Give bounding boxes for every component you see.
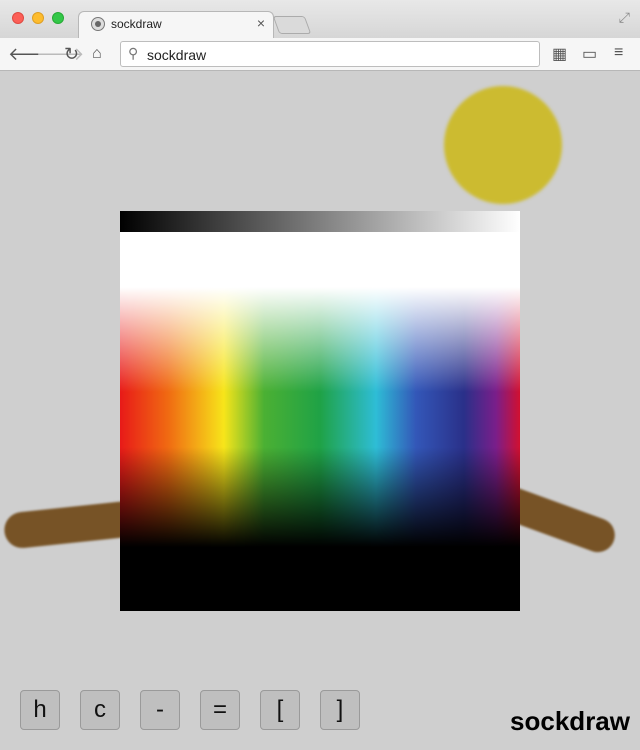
home-icon[interactable]: ⌂ [92, 43, 102, 65]
search-icon: ⚲ [128, 45, 139, 61]
close-window-button[interactable] [12, 12, 24, 24]
grayscale-bar[interactable] [120, 211, 520, 232]
address-bar[interactable]: ⚲ sockdraw [120, 41, 540, 67]
extensions-icon[interactable]: ▦ [552, 44, 567, 64]
fullscreen-icon[interactable]: ⤢ [619, 9, 630, 26]
tab-title: sockdraw [111, 17, 162, 31]
key-h-button[interactable]: h [20, 690, 60, 730]
key-minus-button[interactable]: - [140, 690, 180, 730]
key-right-bracket-button[interactable]: ] [320, 690, 360, 730]
cast-icon[interactable]: ▭ [582, 44, 597, 64]
brand-title: sockdraw [510, 706, 630, 736]
address-text[interactable]: sockdraw [147, 47, 206, 63]
new-tab-button[interactable] [272, 16, 312, 34]
window-titlebar: sockdraw × ⤢ [0, 0, 640, 38]
color-spectrum-field[interactable] [120, 232, 520, 611]
key-equals-button[interactable]: = [200, 690, 240, 730]
minimize-window-button[interactable] [32, 12, 44, 24]
color-palette[interactable] [120, 211, 520, 611]
yellow-circle-stroke [444, 86, 562, 204]
reload-icon[interactable]: ↻ [64, 43, 79, 65]
favicon-icon [91, 17, 105, 31]
tab-sockdraw[interactable]: sockdraw × [78, 11, 274, 38]
menu-icon[interactable]: ≡ [614, 44, 623, 62]
key-c-button[interactable]: c [80, 690, 120, 730]
key-left-bracket-button[interactable]: [ [260, 690, 300, 730]
tab-close-icon[interactable]: × [257, 15, 265, 31]
browser-toolbar: 🡐 🡒 ↻ ⌂ ⚲ sockdraw ▦ ▭ ≡ [0, 38, 640, 71]
maximize-window-button[interactable] [52, 12, 64, 24]
